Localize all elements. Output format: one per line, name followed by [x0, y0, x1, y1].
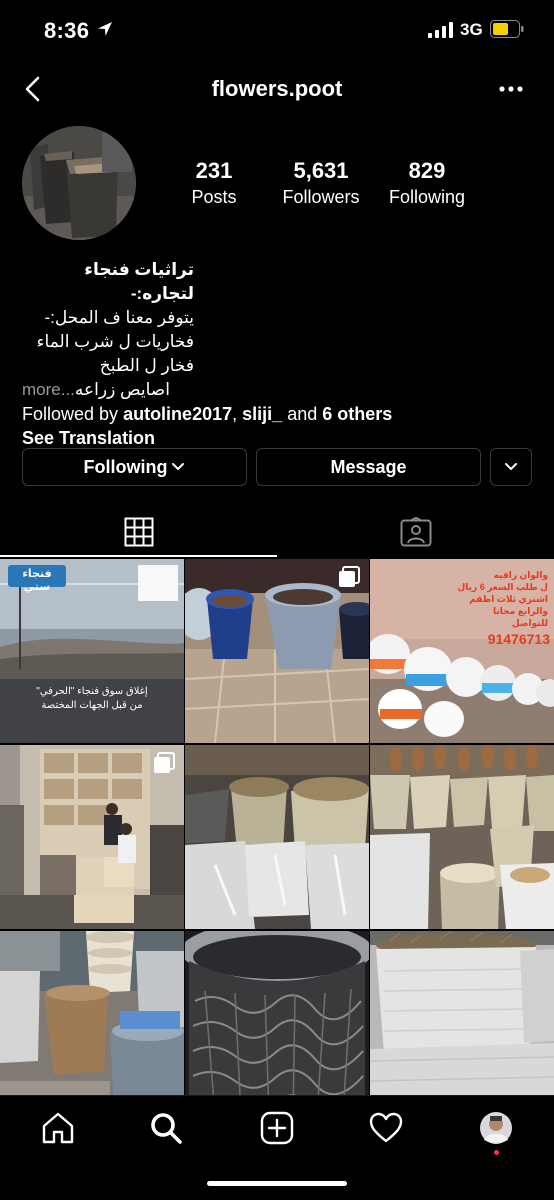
following-count-value: 829	[408, 158, 446, 183]
bio-line: فخار ل الطبخ	[99, 356, 194, 375]
followed-by-separator: ,	[232, 404, 238, 424]
heart-icon[interactable]	[368, 1110, 404, 1146]
tab-tagged[interactable]	[277, 506, 554, 558]
followed-by-prefix: Followed by	[22, 404, 119, 424]
post-thumbnail[interactable]	[185, 931, 369, 1115]
message-button-label: Message	[330, 456, 407, 477]
post-overlay-number: 91476713	[487, 631, 550, 647]
profile-avatar-icon[interactable]	[478, 1110, 514, 1146]
grid-icon	[124, 517, 153, 547]
chevron-down-icon	[172, 463, 185, 470]
profile-header: flowers.poot	[0, 62, 554, 118]
followed-by-user[interactable]: sliji_	[242, 404, 282, 424]
profile-tabs	[0, 506, 554, 558]
followers-count-label: Followers	[282, 187, 360, 207]
post-thumbnail[interactable]: فنجاء ستي إغلاق سوق فنجاء "الحرفي" من قب…	[0, 559, 184, 743]
following-button-label: Following	[83, 456, 168, 477]
posts-grid: فنجاء ستي إغلاق سوق فنجاء "الحرفي" من قب…	[0, 559, 554, 1115]
followers-count[interactable]: 5,631 Followers	[276, 158, 366, 208]
bio-ellipsis: ...	[60, 380, 75, 399]
profile-username: flowers.poot	[211, 76, 343, 101]
multi-photo-icon	[339, 566, 360, 587]
post-image	[370, 931, 554, 1115]
post-thumbnail[interactable]	[185, 745, 369, 929]
post-image	[0, 931, 184, 1115]
following-count[interactable]: 829 Following	[382, 158, 472, 208]
see-translation-link[interactable]: See Translation	[22, 426, 542, 450]
posts-count-value: 231	[195, 158, 233, 183]
home-indicator	[207, 1181, 347, 1186]
tagged-icon	[400, 517, 431, 547]
home-icon[interactable]	[40, 1110, 76, 1146]
status-time: 8:36	[44, 18, 90, 43]
post-thumbnail[interactable]	[185, 559, 369, 743]
bio-line: يتوفر معنا ف المحل:-	[44, 308, 194, 327]
battery-icon	[490, 20, 524, 38]
post-overlay-caption: والوان راقيه ل طلب السعر 6 ريال اشتري ثل…	[457, 570, 548, 628]
bio-line: اصايص زراعه	[74, 380, 170, 399]
suggested-accounts-button[interactable]	[490, 448, 532, 486]
followers-count-value: 5,631	[293, 158, 349, 183]
message-button[interactable]: Message	[256, 448, 481, 486]
profile-display-name: تراثيات فنجاء لتجاره:-	[84, 260, 194, 303]
followed-by-user[interactable]: autoline2017	[123, 404, 232, 424]
post-image	[370, 745, 554, 929]
post-thumbnail[interactable]: والوان راقيه ل طلب السعر 6 ريال اشتري ثل…	[370, 559, 554, 743]
post-overlay-title: فنجاء ستي	[22, 568, 52, 593]
post-thumbnail[interactable]	[370, 931, 554, 1115]
location-arrow-icon	[98, 22, 112, 36]
bio-more-link[interactable]: more	[22, 380, 61, 399]
following-count-label: Following	[388, 187, 466, 207]
signal-icon	[428, 22, 453, 38]
followed-by[interactable]: Followed by autoline2017, sliji_ and 6 o…	[22, 402, 542, 426]
search-icon[interactable]	[148, 1110, 184, 1146]
more-options-icon[interactable]	[496, 76, 526, 102]
new-post-icon[interactable]	[259, 1110, 295, 1146]
status-bar: 8:36 3G	[0, 0, 554, 62]
post-image	[185, 931, 369, 1115]
profile-avatar[interactable]	[22, 126, 136, 240]
posts-count[interactable]: 231 Posts	[182, 158, 246, 208]
notification-dot	[494, 1150, 499, 1155]
post-thumbnail[interactable]	[370, 745, 554, 929]
chevron-down-icon	[505, 463, 517, 470]
network-type: 3G	[460, 20, 483, 39]
post-image	[185, 745, 369, 929]
active-tab-indicator	[0, 555, 277, 557]
profile-bio: تراثيات فنجاء لتجاره:- يتوفر معنا ف المح…	[22, 258, 542, 450]
post-thumbnail[interactable]	[0, 745, 184, 929]
followed-by-others[interactable]: 6 others	[322, 404, 392, 424]
followed-by-and: and	[287, 404, 318, 424]
posts-count-label: Posts	[191, 187, 237, 207]
bio-line: فخاريات ل شرب الماء	[36, 332, 194, 351]
avatar-image	[22, 126, 136, 240]
post-thumbnail[interactable]	[0, 931, 184, 1115]
post-overlay-caption: إغلاق سوق فنجاء "الحرفي" من قبل الجهات ا…	[36, 686, 148, 711]
multi-photo-icon	[154, 752, 175, 773]
following-button[interactable]: Following	[22, 448, 247, 486]
bio-truncated-line: more...اصايص زراعه	[22, 378, 194, 402]
tab-grid[interactable]	[0, 506, 277, 558]
